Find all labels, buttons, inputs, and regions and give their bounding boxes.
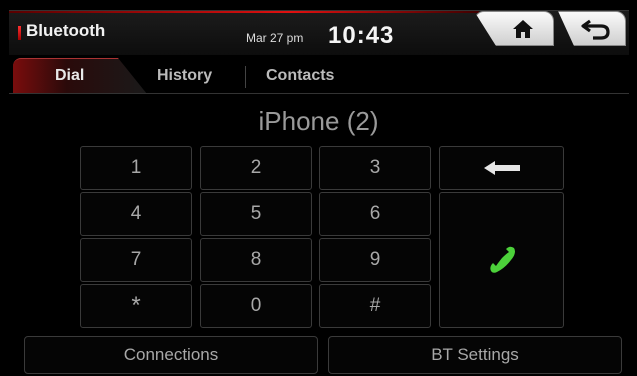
key-7[interactable]: 7 bbox=[80, 238, 192, 282]
key-9[interactable]: 9 bbox=[319, 238, 431, 282]
device-name: iPhone (2) bbox=[258, 106, 379, 136]
key-hash[interactable]: # bbox=[319, 284, 431, 328]
tab-divider bbox=[245, 66, 246, 88]
key-5[interactable]: 5 bbox=[200, 192, 312, 236]
tab-contacts[interactable]: Contacts bbox=[266, 67, 334, 85]
tab-dial-label[interactable]: Dial bbox=[55, 67, 84, 85]
key-star[interactable]: * bbox=[80, 284, 192, 328]
bluetooth-marker-icon bbox=[18, 26, 21, 40]
date-label: Mar 27 pm bbox=[246, 31, 304, 45]
tab-underline bbox=[9, 93, 629, 94]
back-arrow-icon bbox=[581, 19, 610, 40]
key-2[interactable]: 2 bbox=[200, 146, 312, 190]
key-3[interactable]: 3 bbox=[319, 146, 431, 190]
key-6[interactable]: 6 bbox=[319, 192, 431, 236]
app-title: Bluetooth bbox=[26, 21, 106, 40]
tab-history[interactable]: History bbox=[157, 67, 212, 85]
backspace-button[interactable] bbox=[439, 146, 564, 190]
connections-button[interactable]: Connections bbox=[24, 336, 318, 374]
backspace-arrow-icon bbox=[483, 161, 520, 175]
accent-line bbox=[9, 11, 479, 13]
key-1[interactable]: 1 bbox=[80, 146, 192, 190]
bluetooth-dial-screen: Bluetooth Mar 27 pm 10:43 Dial History C… bbox=[0, 0, 637, 376]
phone-handset-icon bbox=[489, 246, 515, 273]
bt-settings-button[interactable]: BT Settings bbox=[328, 336, 622, 374]
key-8[interactable]: 8 bbox=[200, 238, 312, 282]
key-0[interactable]: 0 bbox=[200, 284, 312, 328]
clock: 10:43 bbox=[328, 22, 395, 49]
key-4[interactable]: 4 bbox=[80, 192, 192, 236]
call-button[interactable] bbox=[439, 192, 564, 328]
tab-row: Dial History Contacts bbox=[9, 58, 629, 94]
home-icon bbox=[513, 19, 533, 38]
